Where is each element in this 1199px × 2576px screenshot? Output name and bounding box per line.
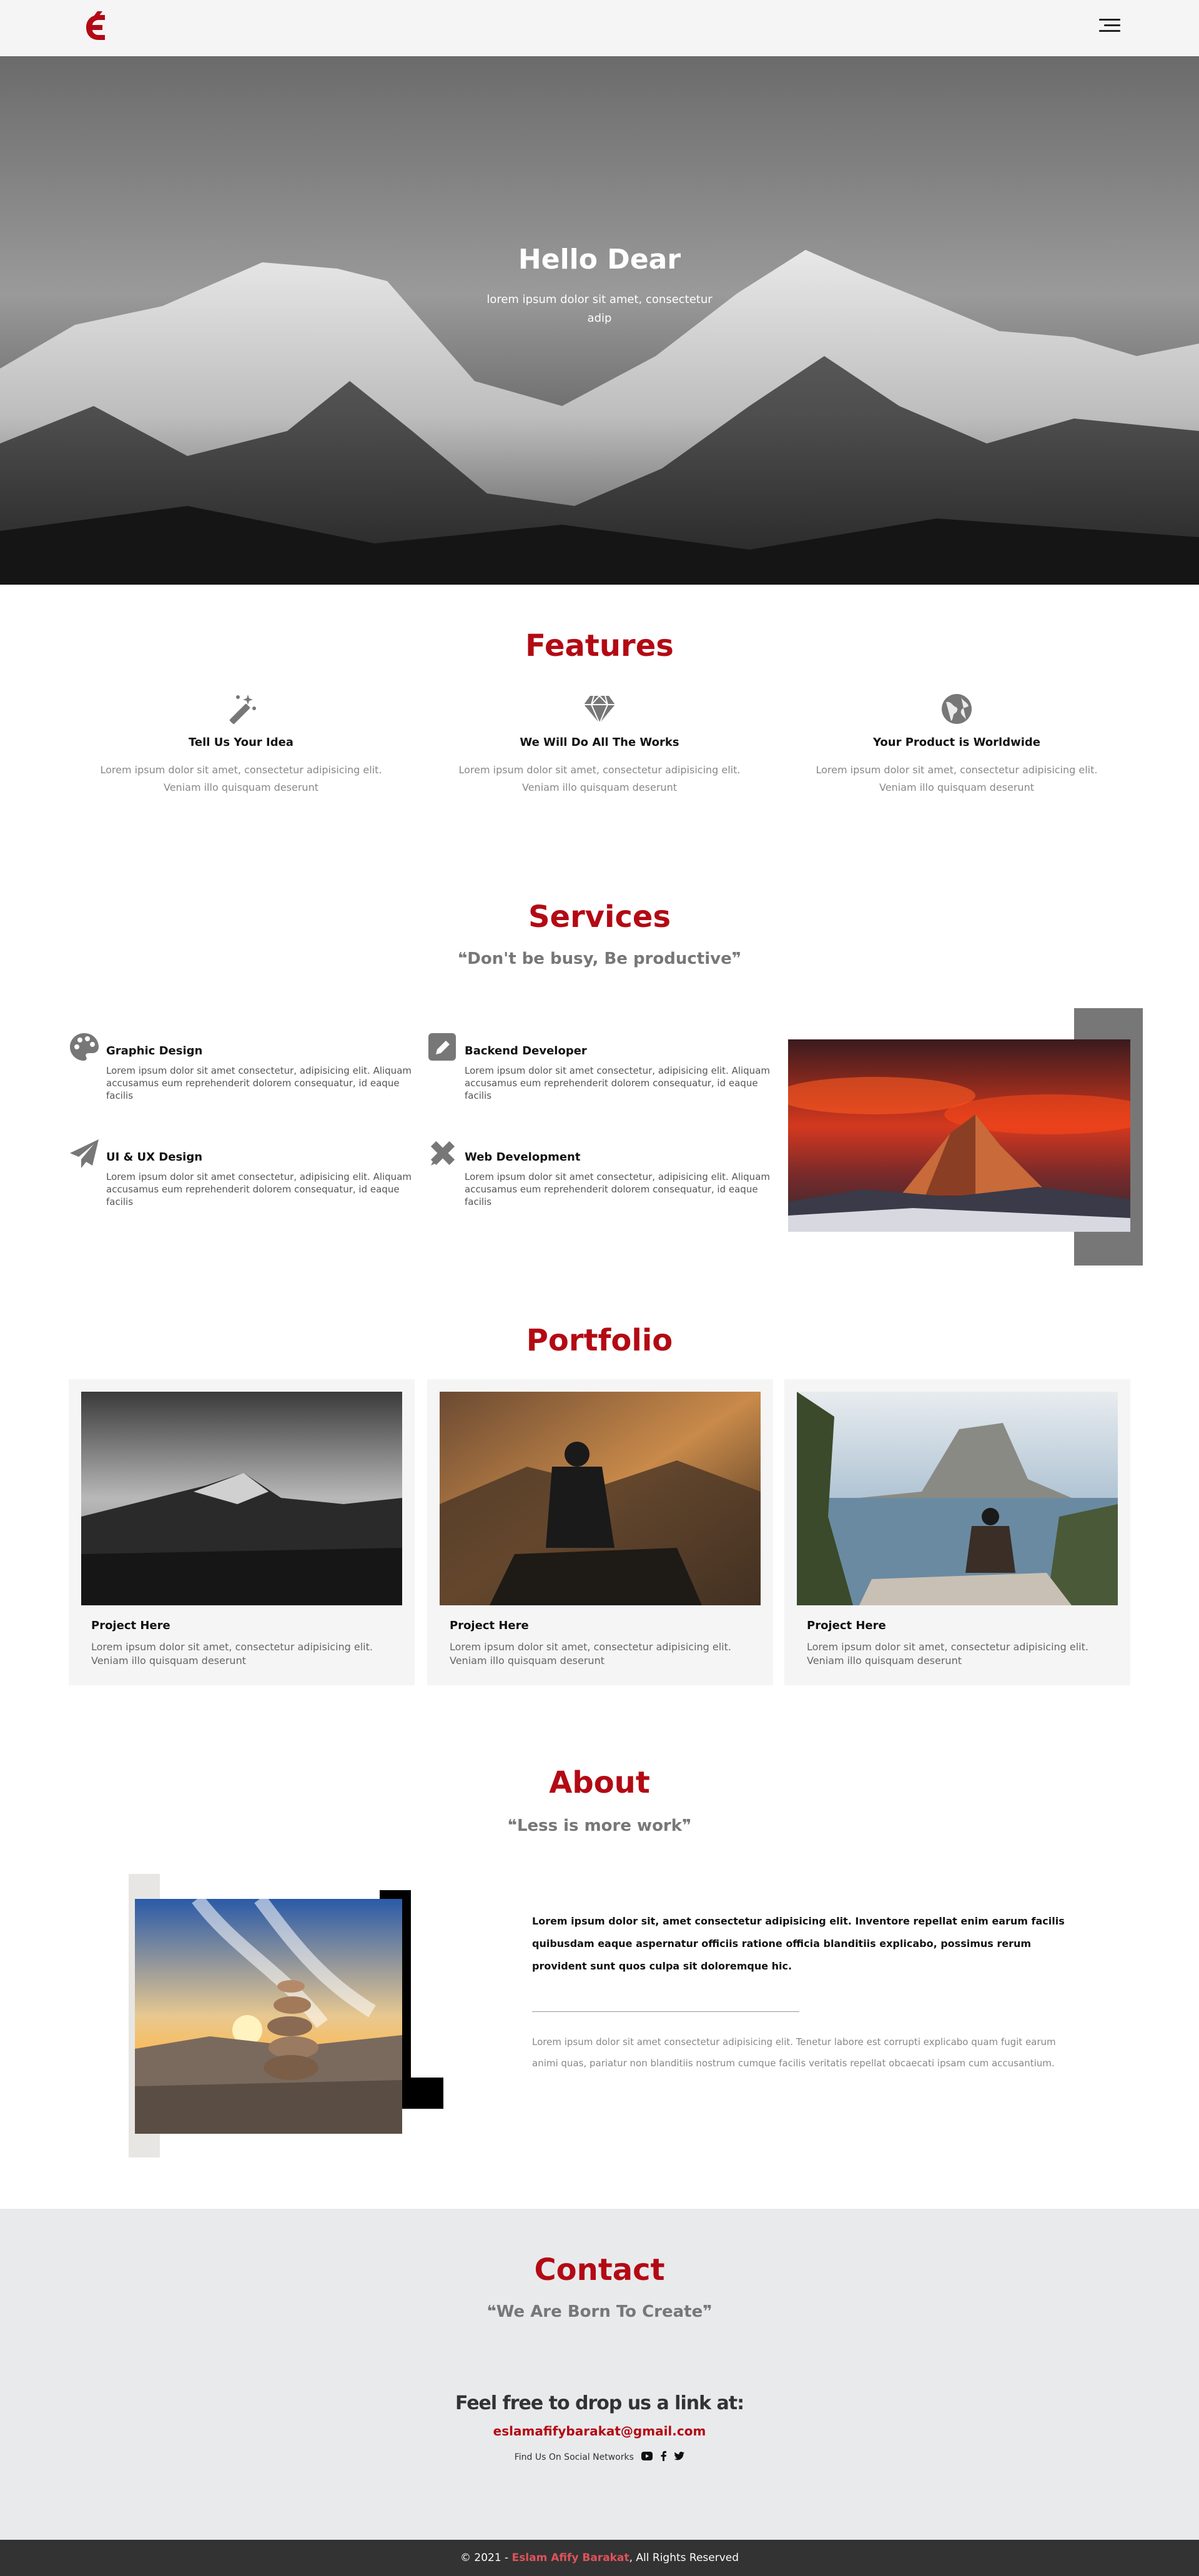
about-image bbox=[135, 1899, 402, 2134]
portfolio-title: Portfolio bbox=[526, 1323, 673, 1358]
footer-author-link[interactable]: Eslam Afify Barakat bbox=[512, 2552, 629, 2564]
service-text: Lorem ipsum dolor sit amet consectetur, … bbox=[106, 1171, 412, 1207]
paper-plane-icon bbox=[69, 1138, 100, 1169]
contact-quote-text: We Are Born To Create bbox=[496, 2302, 703, 2321]
services-title: Services bbox=[528, 899, 671, 934]
service-text: Lorem ipsum dolor sit amet consectetur, … bbox=[465, 1171, 770, 1207]
magic-wand-icon bbox=[224, 692, 258, 726]
contact-email-link[interactable]: eslamafifybarakat@gmail.com bbox=[0, 2424, 1199, 2439]
portfolio-card-text: Lorem ipsum dolor sit amet, consectetur … bbox=[450, 1641, 731, 1667]
services-quote-text: Don't be busy, Be productive bbox=[467, 949, 732, 968]
about-text: Lorem ipsum dolor sit amet consectetur a… bbox=[532, 2036, 1056, 2069]
services-quote: ❝Don't be busy, Be productive❞ bbox=[458, 949, 741, 968]
hero-subtitle: lorem ipsum dolor sit amet, consectetur … bbox=[486, 293, 713, 325]
social-label: Find Us On Social Networks bbox=[514, 2452, 634, 2462]
pencil-ruler-icon bbox=[427, 1138, 458, 1169]
portfolio-image bbox=[797, 1392, 1118, 1605]
about-quote: ❝Less is more work❞ bbox=[507, 1816, 692, 1835]
about-bold-text: Lorem ipsum dolor sit, amet consectetur … bbox=[532, 1915, 1065, 1972]
facebook-icon[interactable] bbox=[661, 2451, 667, 2464]
feature-title: Your Product is Worldwide bbox=[873, 736, 1040, 749]
feature-item: Your Product is Worldwide Lorem ipsum do… bbox=[807, 692, 1107, 796]
footer-prefix: © 2021 - bbox=[460, 2552, 512, 2564]
pen-square-icon bbox=[427, 1032, 458, 1063]
site-footer: © 2021 - Eslam Afify Barakat, All Rights… bbox=[0, 2540, 1199, 2576]
footer-suffix: , All Rights Reserved bbox=[629, 2552, 739, 2564]
portfolio-card[interactable]: Project Here Lorem ipsum dolor sit amet,… bbox=[784, 1379, 1130, 1685]
twitter-icon[interactable] bbox=[674, 2452, 685, 2463]
logo[interactable] bbox=[80, 11, 112, 44]
features-title: Features bbox=[525, 628, 674, 663]
youtube-icon[interactable] bbox=[641, 2452, 653, 2463]
service-text: Lorem ipsum dolor sit amet consectetur, … bbox=[106, 1065, 412, 1101]
feature-text: Lorem ipsum dolor sit amet, consectetur … bbox=[816, 764, 1098, 793]
contact-heading: Feel free to drop us a link at: bbox=[455, 2392, 744, 2414]
portfolio-image bbox=[440, 1392, 761, 1605]
feature-text: Lorem ipsum dolor sit amet, consectetur … bbox=[458, 764, 741, 793]
feature-title: We Will Do All The Works bbox=[520, 736, 679, 749]
service-title: UI & UX Design bbox=[106, 1151, 203, 1164]
portfolio-card[interactable]: Project Here Lorem ipsum dolor sit amet,… bbox=[69, 1379, 415, 1685]
contact-title: Contact bbox=[534, 2252, 665, 2287]
service-title: Web Development bbox=[465, 1151, 581, 1164]
portfolio-card-title: Project Here bbox=[91, 1619, 170, 1632]
service-title: Backend Developer bbox=[465, 1044, 587, 1058]
portfolio-image bbox=[81, 1392, 402, 1605]
about-quote-text: Less is more work bbox=[516, 1816, 683, 1835]
site-header bbox=[0, 0, 1199, 56]
service-text: Lorem ipsum dolor sit amet consectetur, … bbox=[465, 1065, 770, 1101]
palette-icon bbox=[69, 1032, 100, 1063]
hero-title: Hello Dear bbox=[518, 244, 681, 275]
portfolio-card-title: Project Here bbox=[807, 1619, 886, 1632]
feature-title: Tell Us Your Idea bbox=[189, 736, 294, 749]
portfolio-card-title: Project Here bbox=[450, 1619, 529, 1632]
hero-section: Hello Dear lorem ipsum dolor sit amet, c… bbox=[0, 56, 1199, 585]
about-title: About bbox=[549, 1765, 650, 1800]
services-image bbox=[788, 1039, 1130, 1232]
about-divider bbox=[532, 2011, 799, 2012]
portfolio-card[interactable]: Project Here Lorem ipsum dolor sit amet,… bbox=[427, 1379, 773, 1685]
service-title: Graphic Design bbox=[106, 1044, 203, 1058]
portfolio-card-text: Lorem ipsum dolor sit amet, consectetur … bbox=[807, 1641, 1088, 1667]
diamond-icon bbox=[583, 692, 616, 726]
contact-quote: ❝We Are Born To Create❞ bbox=[486, 2302, 713, 2321]
feature-text: Lorem ipsum dolor sit amet, consectetur … bbox=[100, 764, 382, 793]
feature-item: We Will Do All The Works Lorem ipsum dol… bbox=[450, 692, 749, 796]
about-decor-black-foot bbox=[400, 2078, 443, 2109]
portfolio-card-text: Lorem ipsum dolor sit amet, consectetur … bbox=[91, 1641, 373, 1667]
social-row: Find Us On Social Networks bbox=[0, 2451, 1199, 2464]
hamburger-menu-icon[interactable] bbox=[1099, 19, 1120, 36]
feature-item: Tell Us Your Idea Lorem ipsum dolor sit … bbox=[91, 692, 391, 796]
globe-icon bbox=[940, 692, 974, 726]
